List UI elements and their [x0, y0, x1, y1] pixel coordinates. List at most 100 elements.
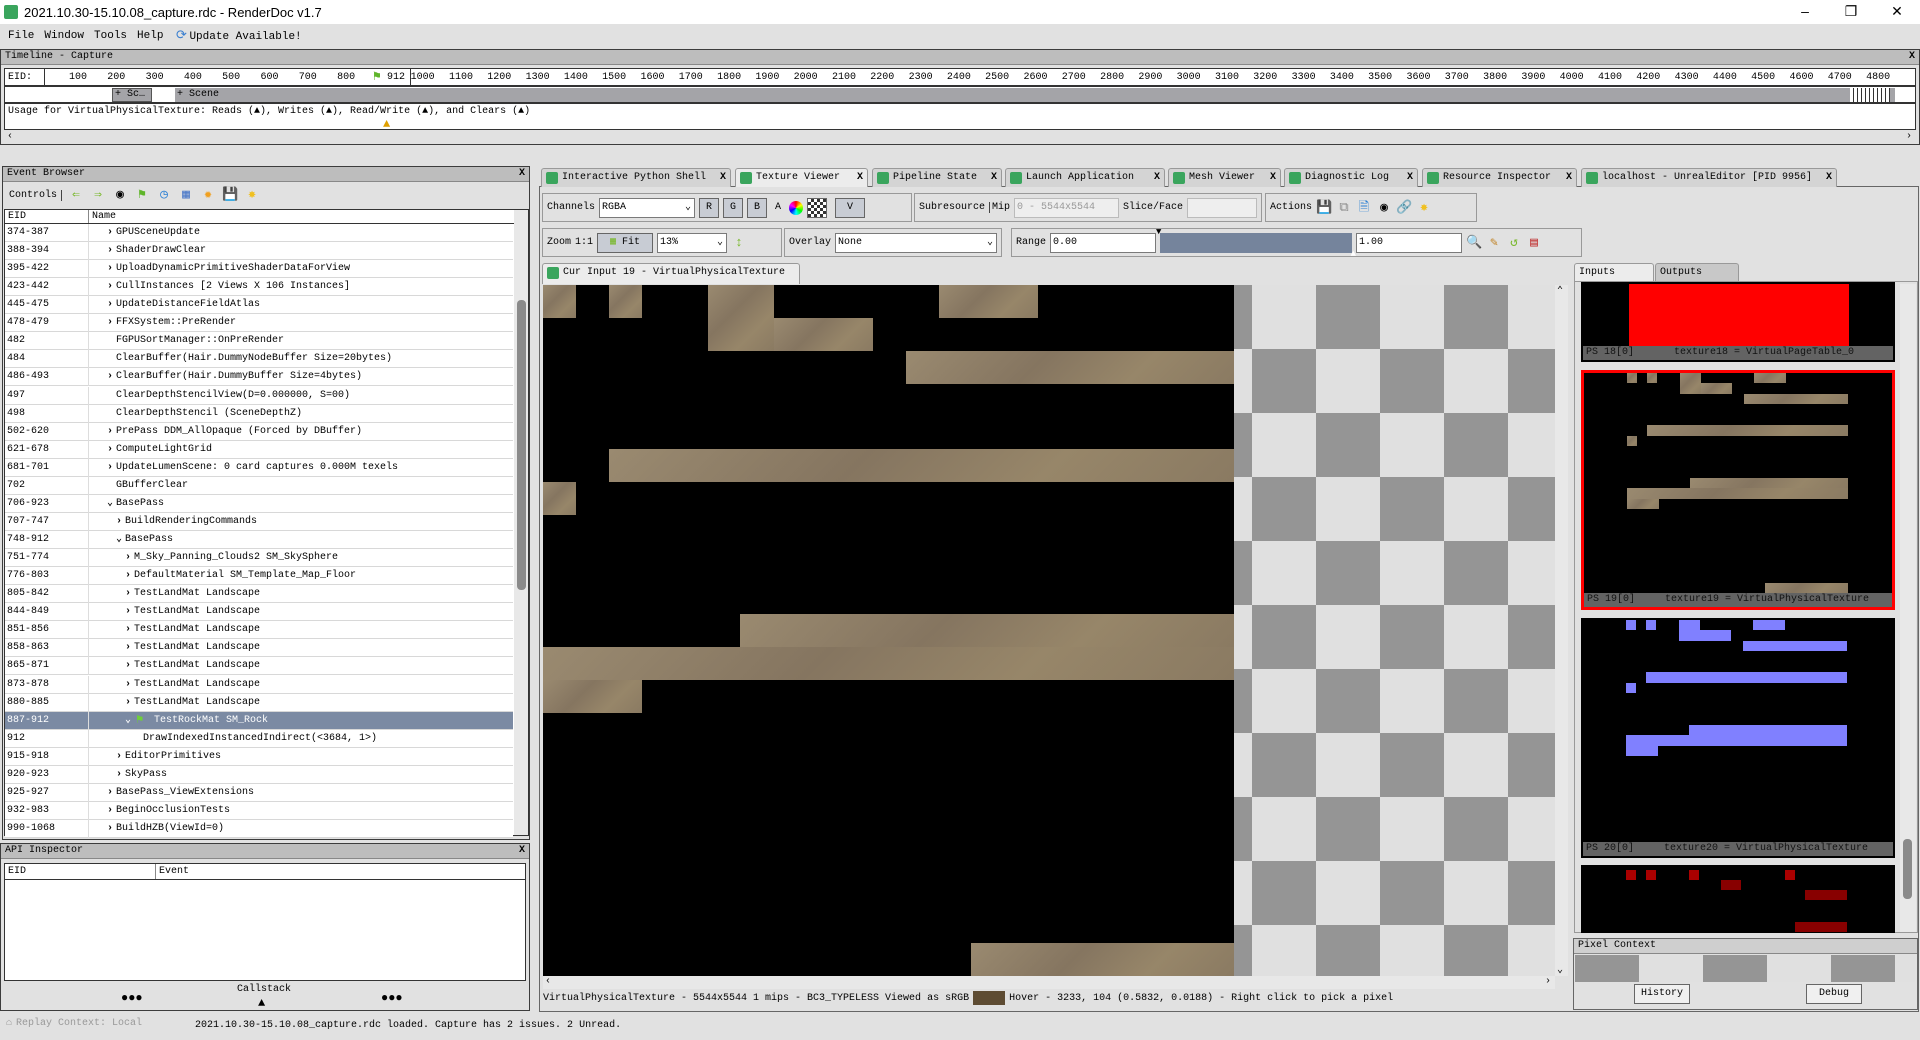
tab-diagnostic-log[interactable]: Diagnostic Log X: [1284, 168, 1418, 187]
green-channel-toggle[interactable]: G: [723, 197, 744, 218]
chevron-down-icon[interactable]: ⌄: [116, 531, 122, 548]
column-eid[interactable]: EID: [8, 866, 26, 877]
update-available-button[interactable]: ⟳ Update Available!: [173, 28, 302, 44]
tab-launch-application[interactable]: Launch Application X: [1005, 168, 1165, 187]
link-icon[interactable]: 🔗: [1396, 200, 1412, 216]
chevron-right-icon[interactable]: ›: [107, 459, 113, 476]
save-texture-icon[interactable]: 💾: [1316, 200, 1332, 216]
vertical-arrows-icon[interactable]: ↕: [731, 235, 747, 251]
close-tab-icon[interactable]: X: [1154, 169, 1160, 187]
chevron-right-icon[interactable]: ›: [125, 694, 131, 711]
close-tab-icon[interactable]: X: [1826, 169, 1832, 187]
chevron-right-icon[interactable]: ›: [107, 224, 113, 241]
event-row[interactable]: 932-983 › BeginOcclusionTests: [5, 801, 513, 820]
event-row[interactable]: 478-479 › FFXSystem::PreRender: [5, 314, 513, 333]
event-row[interactable]: 751-774 › M_Sky_Panning_Clouds2 SM_SkySphe…: [5, 549, 513, 568]
column-event[interactable]: Event: [155, 864, 189, 879]
restore-button[interactable]: ❐: [1828, 0, 1874, 24]
zoom-select[interactable]: 13% ⌄: [657, 232, 728, 253]
histogram-icon[interactable]: ▤: [1526, 235, 1542, 251]
close-icon[interactable]: X: [519, 844, 525, 858]
event-row[interactable]: 990-1068 › BuildHZB(ViewId=0): [5, 819, 513, 838]
texture-vertical-scrollbar[interactable]: ⌃ ⌄: [1555, 285, 1568, 976]
tab-interactive-python-shell[interactable]: Interactive Python Shell X: [541, 168, 731, 187]
event-row[interactable]: 445-475 › UpdateDistanceFieldAtlas: [5, 296, 513, 315]
event-row[interactable]: 374-387 › GPUSceneUpdate: [5, 224, 513, 242]
thumbnail-scrollbar[interactable]: [1900, 284, 1916, 932]
chevron-right-icon[interactable]: ›: [125, 676, 131, 693]
copy-icon[interactable]: ⧉: [1336, 200, 1352, 216]
thumbnail-texture19[interactable]: PS 19[0] texture19 = VirtualPhysicalTextu…: [1581, 370, 1895, 610]
close-tab-icon[interactable]: X: [1407, 169, 1413, 187]
timeline-eid-axis[interactable]: EID: ⚑ 912 100 200 300 400 500 600 700 800 1000 1…: [4, 68, 1916, 86]
auto-fit-wand-icon[interactable]: ✎: [1486, 235, 1502, 251]
debug-button[interactable]: Debug: [1806, 984, 1862, 1004]
blue-channel-toggle[interactable]: B: [747, 197, 768, 218]
history-button[interactable]: History: [1634, 984, 1690, 1004]
chevron-down-icon[interactable]: ⌄: [107, 495, 113, 512]
event-row[interactable]: 880-885 › TestLandMat Landscape: [5, 693, 513, 712]
puzzle-icon[interactable]: ✸: [1416, 200, 1432, 216]
binoculars-icon[interactable]: ◉: [1376, 200, 1392, 216]
thumbnail-texture18[interactable]: PS 18[0] texture18 = VirtualPageTable_0: [1581, 282, 1895, 362]
chevron-right-icon[interactable]: ›: [125, 585, 131, 602]
scrollbar-thumb[interactable]: [1903, 839, 1912, 899]
texture-image[interactable]: [543, 285, 1234, 976]
event-row[interactable]: 887-912 ⌄ ⚑ TestRockMat SM_Rock: [5, 711, 513, 730]
bookmark-flag-icon[interactable]: ⚑: [134, 187, 150, 203]
alpha-channel-toggle[interactable]: A: [771, 202, 785, 213]
chevron-right-icon[interactable]: ›: [116, 513, 122, 530]
event-row[interactable]: 858-863 › TestLandMat Landscape: [5, 639, 513, 658]
color-wheel-icon[interactable]: [789, 200, 804, 215]
chevron-right-icon[interactable]: ›: [125, 567, 131, 584]
tab-cur-input-19[interactable]: Cur Input 19 - VirtualPhysicalTexture: [542, 263, 800, 284]
event-row[interactable]: 498 ClearDepthStencil (SceneDepthZ): [5, 404, 513, 423]
zoom-1to1-button[interactable]: 1:1: [575, 237, 593, 248]
thumbnail-texture20[interactable]: PS 20[0] texture20 = VirtualPhysicalTextu…: [1581, 618, 1895, 858]
timer-icon[interactable]: ◷: [156, 187, 172, 203]
chevron-right-icon[interactable]: ›: [125, 549, 131, 566]
tab-inputs[interactable]: Inputs: [1574, 263, 1654, 281]
event-row[interactable]: 486-493 › ClearBuffer(Hair.DummyBuffer Siz…: [5, 368, 513, 387]
mip-select[interactable]: 0 - 5544x5544: [1014, 197, 1119, 218]
tab-localhost-unrealeditor-pid-9956[interactable]: localhost - UnrealEditor [PID 9956] X: [1581, 168, 1837, 187]
close-tab-icon[interactable]: X: [1270, 169, 1276, 187]
menu-help[interactable]: Help: [137, 30, 163, 42]
tab-resource-inspector[interactable]: Resource Inspector X: [1422, 168, 1577, 187]
chevron-right-icon[interactable]: ›: [107, 260, 113, 277]
range-histogram-slider[interactable]: ▼ ▲: [1156, 227, 1356, 259]
close-tab-icon[interactable]: X: [720, 169, 726, 187]
expand-callstack-icon[interactable]: ▲: [258, 996, 265, 1010]
event-row[interactable]: 920-923 › SkyPass: [5, 765, 513, 784]
settings-asterisk-icon[interactable]: ✹: [200, 187, 216, 203]
chevron-right-icon[interactable]: ›: [107, 820, 113, 837]
event-row[interactable]: 873-878 › TestLandMat Landscape: [5, 675, 513, 694]
pixel-context-view[interactable]: [1575, 955, 1915, 982]
column-eid[interactable]: EID: [8, 211, 26, 222]
open-source-icon[interactable]: 🗎: [1356, 200, 1372, 216]
event-row[interactable]: 912 DrawIndexedInstancedIndirect(<3684, 1…: [5, 729, 513, 748]
save-icon[interactable]: 💾: [222, 187, 238, 203]
event-row[interactable]: 865-871 › TestLandMat Landscape: [5, 657, 513, 676]
chevron-right-icon[interactable]: ›: [125, 603, 131, 620]
event-row[interactable]: 748-912 ⌄ BasePass: [5, 531, 513, 550]
event-row[interactable]: 706-923 ⌄ BasePass: [5, 494, 513, 513]
close-tab-icon[interactable]: X: [1566, 169, 1572, 187]
splitter-dots-icon[interactable]: ●●●: [381, 991, 403, 1005]
event-row[interactable]: 776-803 › DefaultMaterial SM_Template_Map_…: [5, 567, 513, 586]
timeline-scrollbar[interactable]: ‹ ›: [4, 131, 1916, 144]
event-row[interactable]: 707-747 › BuildRenderingCommands: [5, 512, 513, 531]
section-marker-sc[interactable]: + Sc…: [112, 88, 152, 102]
columns-icon[interactable]: ▦: [178, 187, 194, 203]
minimize-button[interactable]: –: [1782, 0, 1828, 24]
range-min-handle[interactable]: ▼: [1156, 227, 1161, 237]
texture-canvas[interactable]: [543, 285, 1555, 976]
event-row[interactable]: 395-422 › UploadDynamicPrimitiveShaderData…: [5, 260, 513, 279]
event-row[interactable]: 484 ClearBuffer(Hair.DummyNodeBuffer Size…: [5, 350, 513, 369]
replay-context[interactable]: ⌂ Replay Context: Local: [6, 1018, 142, 1029]
event-tree-scrollbar[interactable]: [514, 210, 528, 835]
menu-window[interactable]: Window: [44, 30, 84, 42]
section-marker-scene[interactable]: + Scene: [175, 88, 1895, 102]
chevron-right-icon[interactable]: ›: [107, 423, 113, 440]
event-row[interactable]: 805-842 › TestLandMat Landscape: [5, 585, 513, 604]
